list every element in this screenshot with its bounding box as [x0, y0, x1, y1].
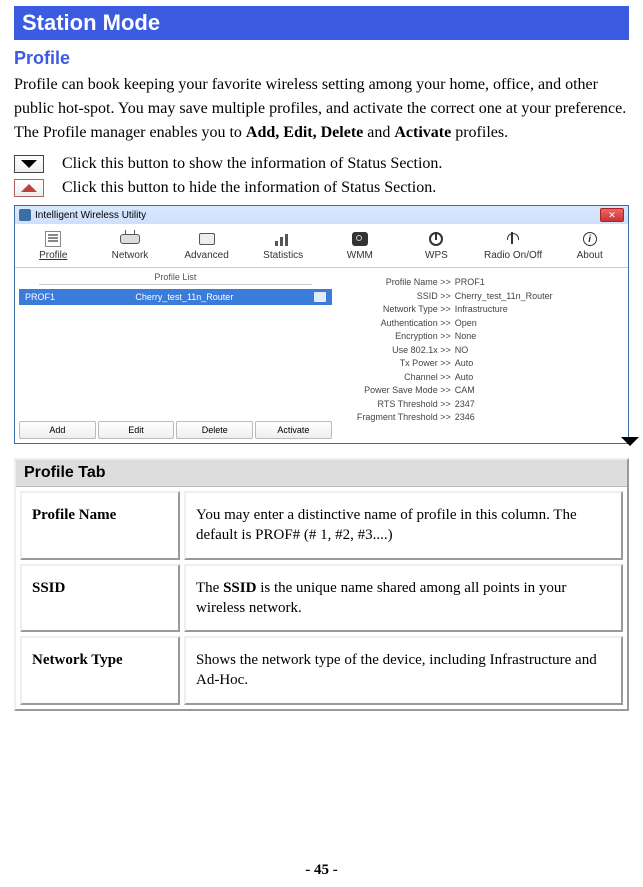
profile-list-pane: Profile List PROF1 Cherry_test_11n_Route… — [15, 268, 336, 443]
detail-network-type: Network Type >>Infrastructure — [340, 303, 624, 317]
toolbar-radio[interactable]: Radio On/Off — [475, 228, 552, 263]
delete-button[interactable]: Delete — [176, 421, 253, 439]
window-close-button[interactable]: ✕ — [600, 208, 624, 222]
hide-status-desc: Click this button to hide the informatio… — [62, 179, 436, 197]
row-ssid-label: SSID — [20, 564, 180, 633]
toolbar-wmm-label: WMM — [347, 250, 373, 261]
profile-tab-table: Profile Tab Profile Name You may enter a… — [14, 458, 629, 711]
profile-list-row[interactable]: PROF1 Cherry_test_11n_Router — [19, 289, 332, 305]
detail-encryption: Encryption >>None — [340, 330, 624, 344]
intro-paragraph: Profile can book keeping your favorite w… — [14, 73, 629, 145]
triangle-down-icon — [21, 160, 37, 168]
advanced-icon — [195, 230, 219, 248]
hide-status-button[interactable] — [14, 179, 44, 197]
toolbar-about-label: About — [577, 250, 603, 261]
toolbar-wmm[interactable]: WMM — [322, 228, 399, 263]
row-network-type-label: Network Type — [20, 636, 180, 705]
detail-8021x: Use 802.1x >>NO — [340, 344, 624, 358]
detail-channel: Channel >>Auto — [340, 371, 624, 385]
intro-text-2: and — [363, 124, 394, 141]
wps-icon — [424, 230, 448, 248]
toolbar-network-label: Network — [112, 250, 149, 261]
network-icon — [118, 230, 142, 248]
profile-tab-header: Profile Tab — [16, 460, 627, 487]
window-app-icon — [19, 209, 31, 221]
profile-detail-pane: Profile Name >>PROF1 SSID >>Cherry_test_… — [336, 268, 628, 443]
utility-window: Intelligent Wireless Utility ✕ Profile N… — [14, 205, 629, 444]
collapse-toggle[interactable] — [621, 437, 639, 446]
section-heading-profile: Profile — [14, 48, 629, 69]
intro-bold-1: Add, Edit, Delete — [246, 124, 363, 141]
detail-fragment: Fragment Threshold >>2346 — [340, 411, 624, 425]
toolbar-wps[interactable]: WPS — [398, 228, 475, 263]
row-ssid-desc: The SSID is the unique name shared among… — [184, 564, 623, 633]
toolbar-advanced-label: Advanced — [184, 250, 228, 261]
radio-icon — [501, 230, 525, 248]
window-titlebar: Intelligent Wireless Utility ✕ — [15, 206, 628, 224]
statistics-icon — [271, 230, 295, 248]
toolbar-network[interactable]: Network — [92, 228, 169, 263]
toolbar-about[interactable]: i About — [551, 228, 628, 263]
toolbar-profile[interactable]: Profile — [15, 228, 92, 263]
title-bar: Station Mode — [14, 6, 629, 40]
wmm-icon — [348, 230, 372, 248]
row-profile-name-desc: You may enter a distinctive name of prof… — [184, 491, 623, 560]
triangle-down-icon — [621, 437, 639, 446]
show-status-desc: Click this button to show the informatio… — [62, 155, 442, 173]
intro-text-3: profiles. — [451, 124, 508, 141]
profile-list-header: Profile List — [39, 272, 312, 285]
edit-button[interactable]: Edit — [98, 421, 175, 439]
detail-rts: RTS Threshold >>2347 — [340, 398, 624, 412]
toolbar-profile-label: Profile — [39, 250, 67, 261]
profile-icon — [41, 230, 65, 248]
about-icon: i — [578, 230, 602, 248]
add-button[interactable]: Add — [19, 421, 96, 439]
signal-icon — [314, 292, 326, 302]
detail-txpower: Tx Power >>Auto — [340, 357, 624, 371]
detail-profile-name: Profile Name >>PROF1 — [340, 276, 624, 290]
detail-auth: Authentication >>Open — [340, 317, 624, 331]
toolbar: Profile Network Advanced Statistics WMM … — [15, 224, 628, 268]
profile-row-ssid: Cherry_test_11n_Router — [135, 292, 233, 302]
toolbar-statistics[interactable]: Statistics — [245, 228, 322, 263]
activate-button[interactable]: Activate — [255, 421, 332, 439]
toolbar-advanced[interactable]: Advanced — [168, 228, 245, 263]
detail-psm: Power Save Mode >>CAM — [340, 384, 624, 398]
intro-bold-2: Activate — [394, 124, 451, 141]
profile-row-name: PROF1 — [25, 292, 55, 302]
row-profile-name-label: Profile Name — [20, 491, 180, 560]
toolbar-wps-label: WPS — [425, 250, 448, 261]
window-title: Intelligent Wireless Utility — [35, 210, 146, 221]
page-number: - 45 - — [0, 862, 643, 879]
detail-ssid: SSID >>Cherry_test_11n_Router — [340, 290, 624, 304]
toolbar-radio-label: Radio On/Off — [484, 250, 542, 261]
row-network-type-desc: Shows the network type of the device, in… — [184, 636, 623, 705]
show-status-button[interactable] — [14, 155, 44, 173]
triangle-up-icon — [21, 184, 37, 192]
toolbar-statistics-label: Statistics — [263, 250, 303, 261]
